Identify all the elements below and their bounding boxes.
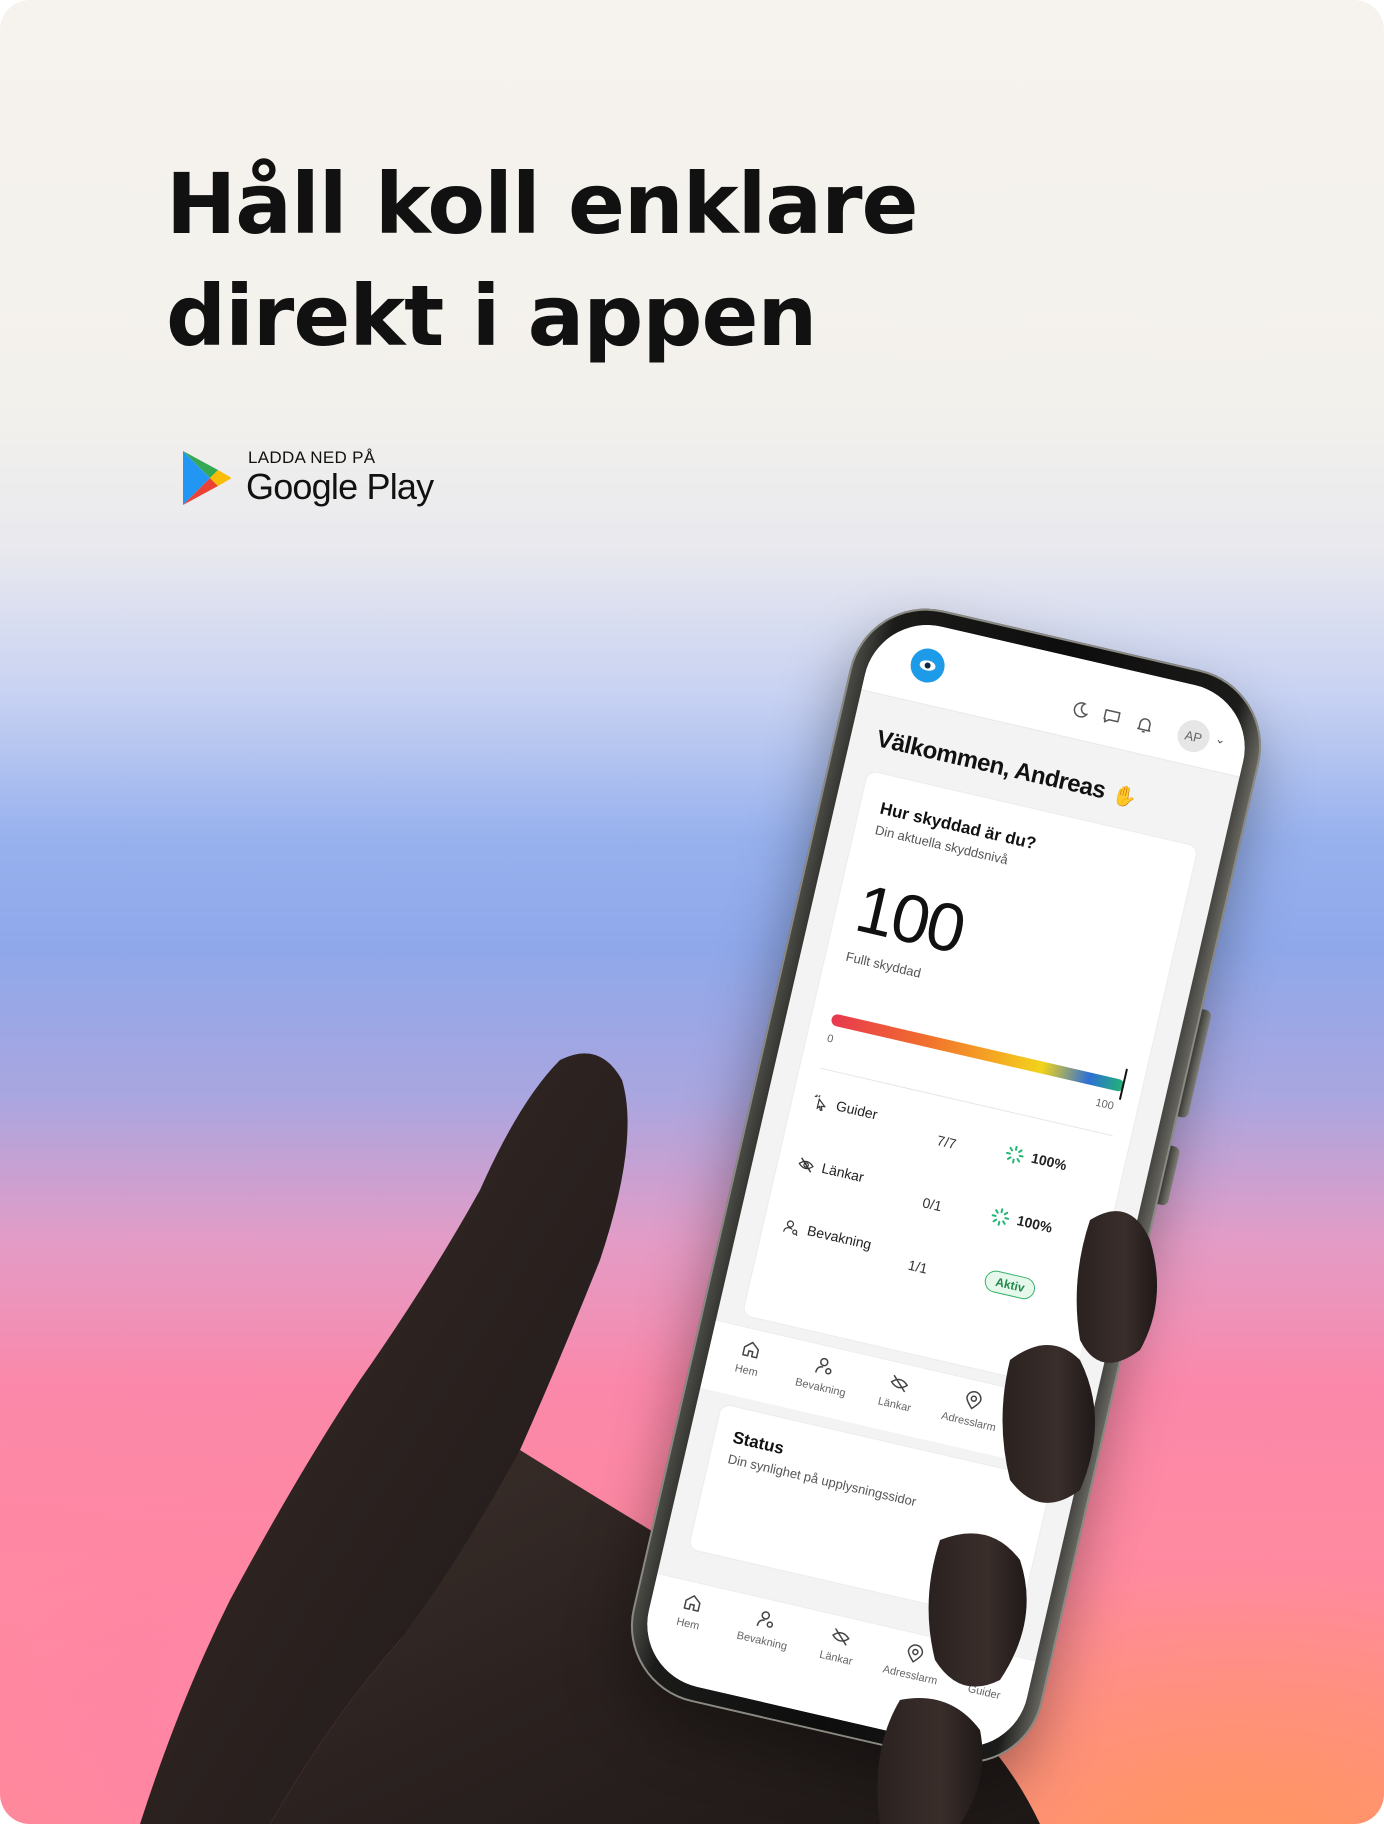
eye-off-icon <box>832 1628 850 1646</box>
chat-icon[interactable] <box>1100 705 1124 729</box>
status-badge: Aktiv <box>982 1268 1038 1302</box>
row-value: 1/1 <box>906 1256 930 1277</box>
row-label: Guider <box>834 1097 880 1123</box>
eye-off-icon <box>798 1157 814 1173</box>
eye-off-icon <box>890 1374 909 1393</box>
tab-label: Guider <box>1025 1429 1060 1449</box>
home-icon <box>683 1595 701 1612</box>
eye-icon <box>919 660 936 671</box>
nav-label: Bevakning <box>735 1629 789 1653</box>
avatar[interactable]: AP <box>1174 716 1213 756</box>
waving-hand-icon: ✋ <box>1110 783 1139 811</box>
home-icon <box>742 1341 760 1359</box>
chevron-down-icon[interactable]: ⌄ <box>1214 731 1227 747</box>
nav-label: Hem <box>675 1615 701 1633</box>
row-percent: 100% <box>1015 1212 1054 1236</box>
tab-adresslarm[interactable]: Adresslarm <box>933 1383 1010 1436</box>
promo-card: Håll koll enklare direkt i appen LADDA N… <box>0 0 1384 1824</box>
tab-label: Länkar <box>876 1395 913 1415</box>
status-subtitle: Din synlighet på upplysningssidor <box>726 1451 918 1510</box>
row-label: Bevakning <box>805 1222 874 1253</box>
meter-max-label: 100 <box>1094 1096 1115 1113</box>
tab-bevakning[interactable]: Bevakning <box>785 1349 862 1402</box>
meter-min-label: 0 <box>825 1032 835 1046</box>
user-search-icon <box>782 1220 798 1237</box>
progress-ring-icon <box>1006 1145 1024 1164</box>
tab-hem[interactable]: Hem <box>711 1332 788 1385</box>
nav-label: Guider <box>966 1682 1002 1703</box>
moon-icon[interactable] <box>1069 698 1093 722</box>
location-pin-icon <box>907 1644 924 1663</box>
nav-label: Adresslarm <box>881 1663 939 1688</box>
app-logo[interactable] <box>907 645 948 686</box>
nav-bevakning[interactable]: Bevakning <box>726 1602 803 1655</box>
nav-lankar[interactable]: Länkar <box>800 1619 877 1672</box>
nav-label: Länkar <box>818 1648 854 1668</box>
user-search-icon <box>814 1357 832 1375</box>
nav-adresslarm[interactable]: Adresslarm <box>875 1636 952 1689</box>
tab-label: Adresslarm <box>940 1410 997 1435</box>
tab-label: Bevakning <box>793 1376 847 1400</box>
tab-lankar[interactable]: Länkar <box>859 1366 936 1419</box>
location-pin-icon <box>966 1390 982 1410</box>
pointer-sparkle-icon <box>1041 1411 1054 1429</box>
row-value: 7/7 <box>935 1132 958 1153</box>
bell-icon[interactable] <box>1133 713 1157 737</box>
row-label: Länkar <box>820 1159 866 1186</box>
pointer-sparkle-icon <box>983 1664 996 1682</box>
nav-hem[interactable]: Hem <box>652 1585 729 1638</box>
row-value: 0/1 <box>920 1194 944 1215</box>
row-percent: 100% <box>1029 1149 1069 1174</box>
nav-guider[interactable]: Guider <box>949 1653 1026 1706</box>
tab-label: Hem <box>733 1362 759 1380</box>
user-search-icon <box>756 1611 774 1628</box>
pointer-sparkle-icon <box>814 1094 827 1112</box>
tab-guider[interactable]: Guider <box>1007 1400 1084 1453</box>
progress-ring-icon <box>991 1208 1010 1226</box>
